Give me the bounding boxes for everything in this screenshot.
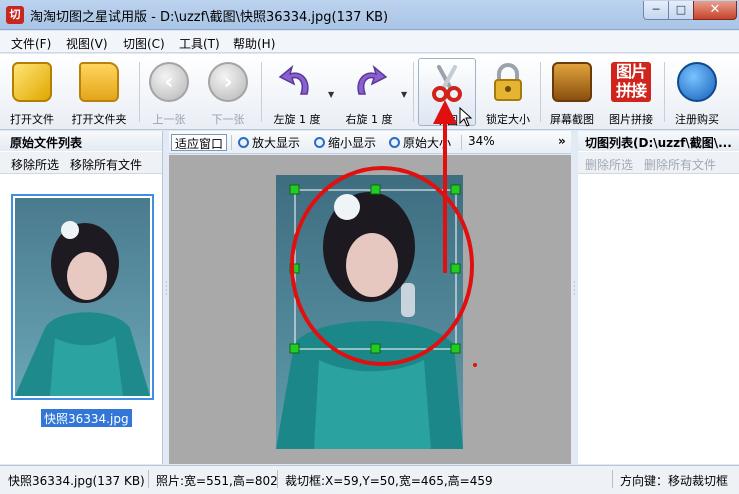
title-bar: 切 淘淘切图之星试用版 - D:\uzzf\截图\快照36334.jpg(137… [0,0,739,30]
window-title: 淘淘切图之星试用版 - D:\uzzf\截图\快照36334.jpg(137 K… [30,10,389,25]
rotate-left-label: 左旋 1 度 [273,113,321,126]
menu-cut[interactable]: 切图(C) [123,35,165,52]
source-file-list-title: 原始文件列表 [0,131,162,151]
next-image-label: 下一张 [211,113,245,126]
prev-image-label: 上一张 [152,113,186,126]
zoom-out-button[interactable]: 缩小显示 [314,134,376,151]
screen-capture-button[interactable]: 屏幕截图 [544,58,600,126]
annotation-arrow [433,100,457,273]
main-toolbar: 打开文件 打开文件夹 ‹ 上一张 › 下一张 左旋 1 度 ▼ 右旋 1 度 ▼ [0,54,739,130]
delete-all-button[interactable]: 删除所有文件 [644,156,716,173]
zoom-out-label: 缩小显示 [328,136,377,150]
cut-list-panel: 切图列表(D:\uzzf\截图\... 删除所选 删除所有文件 [578,131,739,464]
original-size-icon [389,137,400,148]
menu-help[interactable]: 帮助(H) [233,35,275,52]
toolbar-separator [413,62,414,122]
rotate-right-button[interactable]: 右旋 1 度 [338,58,400,126]
close-button[interactable]: ✕ [693,1,737,20]
fit-window-button[interactable]: 适应窗口 [171,134,228,151]
zoom-in-icon [238,137,249,148]
arrow-right-icon: › [208,62,248,102]
screen-capture-label: 屏幕截图 [550,113,594,126]
image-stitch-icon: 图片 拼接 [611,62,651,102]
image-stitch-label: 图片拼接 [609,113,653,126]
right-splitter[interactable]: · · · · [571,131,577,464]
globe-icon [677,62,717,102]
menu-view[interactable]: 视图(V) [66,35,108,52]
screen-capture-icon [552,62,592,102]
rotate-right-icon [349,62,389,102]
lock-icon [488,62,528,102]
rotate-right-label: 右旋 1 度 [345,113,393,126]
remove-selected-button[interactable]: 移除所选 [11,156,59,173]
toolbar-separator [139,62,140,122]
stitch-icon-text-2: 拼接 [615,81,647,100]
maximize-button[interactable]: □ [668,1,694,20]
zoom-level: 34% [468,134,495,148]
zoom-in-label: 放大显示 [252,136,301,150]
cut-list-title: 切图列表(D:\uzzf\截图\... [578,131,739,151]
file-thumbnail[interactable] [11,194,154,400]
thumbnail-caption[interactable]: 快照36334.jpg [41,409,132,427]
lock-size-label: 锁定大小 [486,113,530,126]
thumbnail-photo [15,198,150,396]
rotate-left-icon [277,62,317,102]
crop-handle-bottom-center [370,343,381,354]
register-buy-label: 注册购买 [675,113,719,126]
open-file-label: 打开文件 [10,113,54,126]
annotation-dot [473,363,477,367]
mouse-cursor-icon [459,107,473,127]
zoom-out-icon [314,137,325,148]
status-separator [148,470,149,488]
status-separator [277,470,278,488]
cut-list-actions: 删除所选 删除所有文件 [578,152,739,174]
view-toolbar-more-icon[interactable]: » [558,134,566,151]
toolbar-separator [261,62,262,122]
open-folder-button[interactable]: 打开文件夹 [64,58,134,126]
rotate-right-dropdown-icon[interactable]: ▼ [401,90,407,99]
app-icon: 切 [6,6,24,24]
delete-selected-button[interactable]: 删除所选 [585,156,633,173]
status-photo-size: 照片:宽=551,高=802 [156,474,278,488]
lock-size-button[interactable]: 锁定大小 [480,58,536,126]
minimize-button[interactable]: ─ [643,1,669,20]
status-hint: 方向键：移动裁切框 [620,474,729,488]
image-stitch-button[interactable]: 图片 拼接 图片拼接 [603,58,659,126]
prev-image-button[interactable]: ‹ 上一张 [144,58,194,126]
folder-icon [79,62,119,102]
view-toolbar-separator [461,135,462,150]
source-file-panel: 原始文件列表 移除所选 移除所有文件 快照36334.jpg [0,131,163,464]
image-canvas[interactable] [169,155,571,464]
crop-handle-bottom-right [450,343,461,354]
canvas-drawing [276,166,477,449]
status-crop-box: 裁切框:X=59,Y=50,宽=465,高=459 [285,474,493,488]
crop-handle-top-left [289,184,300,195]
zoom-in-button[interactable]: 放大显示 [238,134,300,151]
next-image-button[interactable]: › 下一张 [203,58,253,126]
register-buy-button[interactable]: 注册购买 [668,58,726,126]
stitch-icon-text-1: 图片 [615,62,647,81]
toolbar-separator [664,62,665,122]
remove-all-button[interactable]: 移除所有文件 [70,156,142,173]
arrow-left-icon: ‹ [149,62,189,102]
open-file-button[interactable]: 打开文件 [4,58,60,126]
crop-handle-bottom-left [289,343,300,354]
view-toolbar-separator [231,135,232,150]
scissors-icon [427,63,467,103]
menu-bar: 文件(F) 视图(V) 切图(C) 工具(T) 帮助(H) [0,31,739,53]
open-folder-label: 打开文件夹 [71,113,127,126]
toolbar-separator [540,62,541,122]
status-file: 快照36334.jpg(137 KB) [8,474,145,488]
status-separator [612,470,613,488]
menu-tools[interactable]: 工具(T) [179,35,220,52]
menu-file[interactable]: 文件(F) [11,35,51,52]
crop-handle-top-center [370,184,381,195]
open-file-icon [12,62,52,102]
rotate-left-button[interactable]: 左旋 1 度 [266,58,328,126]
rotate-left-dropdown-icon[interactable]: ▼ [328,90,334,99]
status-bar: 快照36334.jpg(137 KB) 照片:宽=551,高=802 裁切框:X… [0,465,739,494]
source-file-actions: 移除所选 移除所有文件 [0,152,162,174]
view-toolbar: 适应窗口 放大显示 缩小显示 原始大小 34% » [169,131,571,154]
